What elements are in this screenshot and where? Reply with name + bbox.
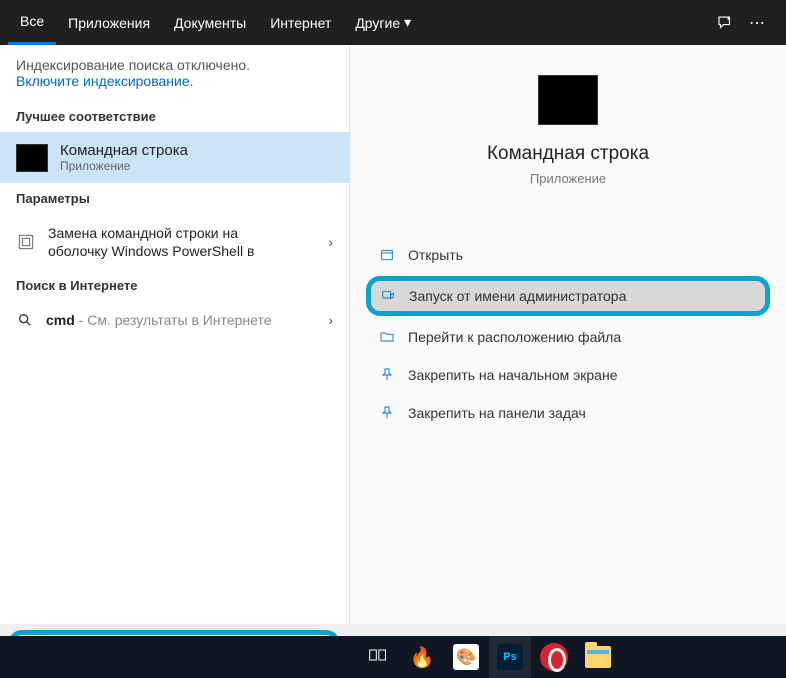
section-parameters: Параметры — [0, 183, 349, 214]
enable-indexing-link[interactable]: Включите индексирование. — [16, 73, 333, 89]
chevron-down-icon: ▾ — [404, 14, 411, 31]
action-open-label: Открыть — [408, 247, 463, 263]
parameter-title-line2: оболочку Windows PowerShell в — [48, 242, 254, 260]
action-open[interactable]: Открыть — [366, 236, 770, 274]
taskbar-file-explorer[interactable] — [577, 636, 619, 678]
search-icon — [16, 311, 34, 329]
tab-internet[interactable]: Интернет — [258, 0, 343, 45]
action-open-location[interactable]: Перейти к расположению файла — [366, 318, 770, 356]
web-result-text: cmd - См. результаты в Интернете — [46, 312, 271, 328]
tab-all[interactable]: Все — [8, 0, 56, 45]
pin-taskbar-icon — [378, 404, 396, 422]
preview-title: Командная строка — [487, 143, 649, 165]
best-match-subtitle: Приложение — [60, 159, 188, 173]
filter-tabs: Все Приложения Документы Интернет Другие… — [0, 0, 786, 45]
folder-icon — [378, 328, 396, 346]
open-icon — [378, 246, 396, 264]
action-pin-start-label: Закрепить на начальном экране — [408, 367, 618, 383]
parameter-result[interactable]: Замена командной строки на оболочку Wind… — [0, 214, 349, 270]
preview-subtitle: Приложение — [530, 171, 606, 186]
more-options-icon[interactable]: ⋯ — [748, 14, 766, 32]
cmd-icon — [16, 144, 48, 172]
taskbar: 🔥 🎨 Ps — [0, 636, 786, 678]
tab-other[interactable]: Другие ▾ — [343, 0, 423, 45]
action-pin-taskbar[interactable]: Закрепить на панели задач — [366, 394, 770, 432]
taskbar-task-view[interactable] — [357, 636, 399, 678]
preview-actions: Открыть Запуск от имени администратора П… — [350, 236, 786, 432]
taskbar-opera[interactable] — [533, 636, 575, 678]
action-pin-taskbar-label: Закрепить на панели задач — [408, 405, 586, 421]
results-list: Индексирование поиска отключено. Включит… — [0, 45, 350, 624]
pin-start-icon — [378, 366, 396, 384]
search-results-panel: Все Приложения Документы Интернет Другие… — [0, 0, 786, 624]
body-area: Индексирование поиска отключено. Включит… — [0, 45, 786, 624]
admin-shield-icon — [379, 287, 397, 305]
action-run-as-admin-label: Запуск от имени администратора — [409, 288, 626, 304]
parameter-title-line1: Замена командной строки на — [48, 224, 254, 242]
tab-other-label: Другие — [355, 15, 400, 31]
chevron-right-icon: › — [328, 312, 333, 328]
action-open-location-label: Перейти к расположению файла — [408, 329, 621, 345]
indexing-status-text: Индексирование поиска отключено. — [16, 57, 333, 73]
best-match-title: Командная строка — [60, 142, 188, 159]
preview-pane: Командная строка Приложение Открыть Запу… — [350, 45, 786, 624]
tab-documents[interactable]: Документы — [162, 0, 258, 45]
taskbar-photoshop[interactable]: Ps — [489, 636, 531, 678]
taskbar-paint[interactable]: 🎨 — [445, 636, 487, 678]
feedback-icon[interactable] — [716, 14, 734, 32]
best-match-result[interactable]: Командная строка Приложение — [0, 132, 349, 183]
section-best-match: Лучшее соответствие — [0, 101, 349, 132]
indexing-notice: Индексирование поиска отключено. Включит… — [0, 45, 349, 101]
action-pin-start[interactable]: Закрепить на начальном экране — [366, 356, 770, 394]
web-search-result[interactable]: cmd - См. результаты в Интернете › — [0, 301, 349, 339]
settings-icon — [16, 232, 36, 252]
taskbar-flame-app[interactable]: 🔥 — [401, 636, 443, 678]
chevron-right-icon: › — [328, 234, 333, 250]
section-web-search: Поиск в Интернете — [0, 270, 349, 301]
tab-apps[interactable]: Приложения — [56, 0, 162, 45]
action-run-as-admin[interactable]: Запуск от имени администратора — [366, 276, 770, 316]
preview-thumbnail-cmd-icon — [538, 75, 598, 125]
